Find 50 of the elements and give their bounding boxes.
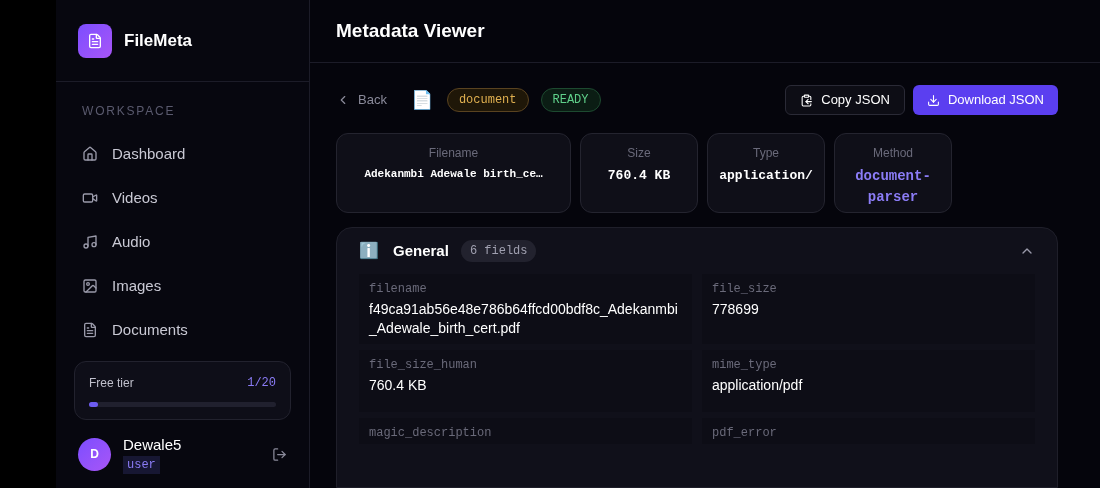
download-json-button[interactable]: Download JSON: [912, 85, 1058, 115]
nav-item[interactable]: Videos: [82, 176, 283, 220]
field-value: 778699: [712, 300, 760, 319]
document-icon: 📄: [410, 86, 433, 114]
field-key: magic_description: [369, 424, 682, 442]
clipboard-icon: [800, 93, 814, 107]
home-icon: [82, 146, 98, 162]
type-tag: document: [446, 88, 529, 112]
card-label: Method: [873, 145, 913, 162]
card-value: Adekanmbi Adewale birth_ce…: [364, 167, 543, 182]
page-title: Metadata Viewer: [336, 18, 485, 43]
field-key: file_size_human: [369, 356, 682, 374]
role-tag: user: [123, 456, 160, 475]
section-heading: WORKSPACE: [82, 103, 177, 120]
nav-item[interactable]: Audio: [82, 220, 283, 264]
info-icon: ℹ: [359, 239, 379, 263]
field-key: filename: [369, 280, 682, 298]
music-icon: [82, 234, 98, 250]
section-title: General: [393, 240, 449, 261]
image-icon: [82, 278, 98, 294]
card-label: Filename: [428, 145, 479, 162]
field-key: mime_type: [712, 356, 1025, 374]
field-count: 6 fields: [460, 240, 537, 262]
document-icon: [82, 322, 98, 338]
logo-icon: [78, 23, 112, 58]
logout-icon[interactable]: [272, 446, 287, 462]
field-key: file_size: [712, 280, 1025, 298]
card-value: application/: [719, 167, 813, 185]
nav-item[interactable]: Dashboard: [82, 132, 283, 176]
status-tag: READY: [540, 88, 601, 112]
back-link[interactable]: Back: [336, 90, 387, 110]
video-icon: [82, 190, 98, 206]
avatar: D: [78, 437, 111, 471]
card-value: document-parser: [854, 167, 932, 207]
user-name: Dewale5: [123, 434, 182, 455]
card-value: 760.4 KB: [607, 167, 671, 185]
usage-count: 1/20: [247, 375, 276, 392]
card-label: Size: [627, 145, 651, 162]
card-label: Type: [753, 145, 779, 162]
section-header[interactable]: ℹ General 6 fields: [337, 228, 1057, 274]
field-key: pdf_error: [712, 424, 1025, 442]
field-value: f49ca91ab56e48e786b64ffcd00bdf8c_Adekanmbi_Adewale_birth_cert.pdf: [369, 300, 679, 338]
field-value: 760.4 KB: [369, 376, 428, 395]
nav-item[interactable]: Documents: [82, 308, 283, 352]
nav-item[interactable]: Images: [82, 264, 283, 308]
field-value: application/pdf: [712, 376, 804, 395]
usage-label: Free tier: [89, 375, 134, 392]
brand-name: FileMeta: [124, 29, 193, 52]
download-icon: [926, 93, 940, 107]
copy-json-button[interactable]: Copy JSON: [785, 85, 905, 115]
